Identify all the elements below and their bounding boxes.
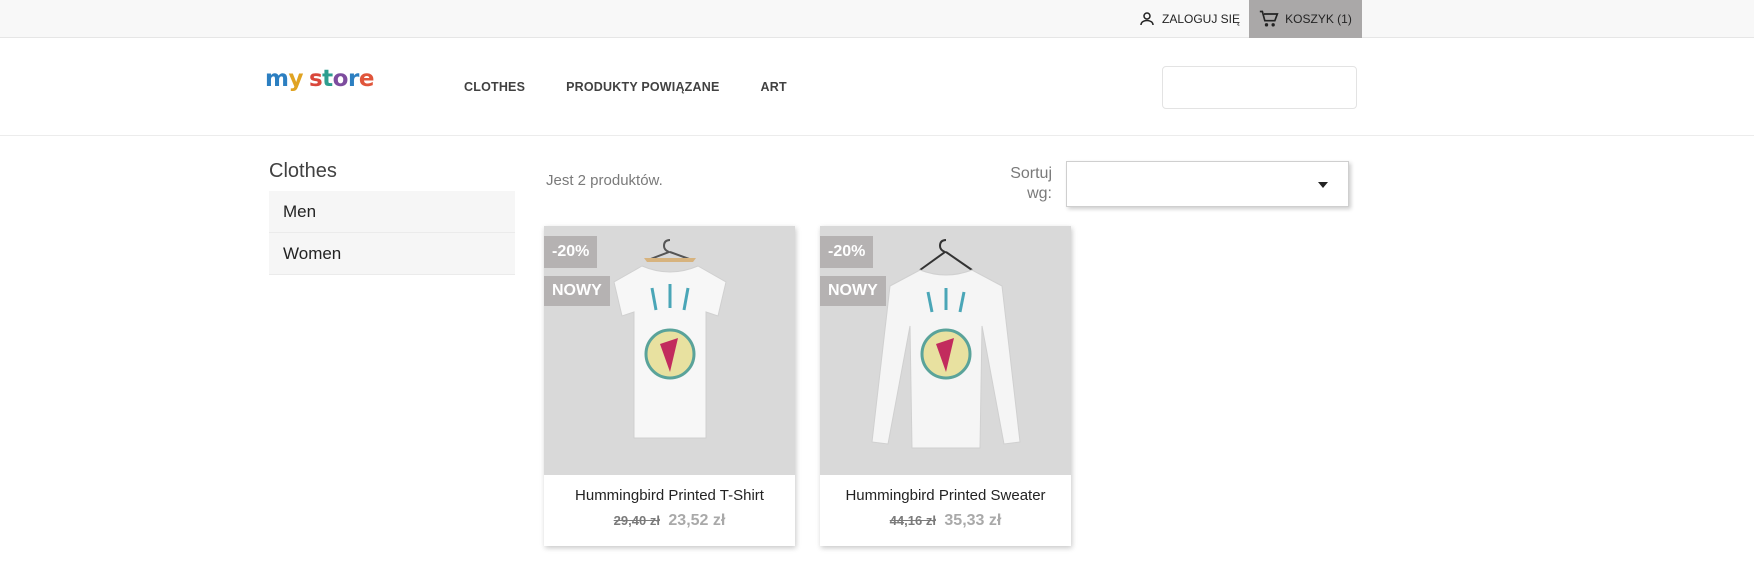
site-header: my store CLOTHES PRODUKTY POWIĄZANE ART (0, 38, 1754, 136)
store-logo[interactable]: my store (265, 66, 374, 92)
menu-clothes[interactable]: CLOTHES (464, 80, 525, 94)
product-card[interactable]: -20% NOWY Hummingbird Printed Sweater 44… (820, 226, 1071, 546)
new-badge: NOWY (544, 276, 610, 306)
top-bar: ZALOGUJ SIĘ KOSZYK (1) (0, 0, 1754, 38)
product-card[interactable]: -20% NOWY Hummingbird Printed T-Shirt 29… (544, 226, 795, 546)
product-name[interactable]: Hummingbird Printed Sweater (820, 487, 1071, 504)
product-prices: 29,40 zł 23,52 zł (544, 512, 795, 530)
sidebar-item-men[interactable]: Men (269, 191, 515, 233)
old-price: 44,16 zł (889, 513, 936, 528)
cart-icon (1259, 10, 1279, 27)
product-prices: 44,16 zł 35,33 zł (820, 512, 1071, 530)
login-link[interactable]: ZALOGUJ SIĘ (1138, 0, 1240, 38)
new-badge: NOWY (820, 276, 886, 306)
current-price: 23,52 zł (668, 512, 726, 529)
current-price: 35,33 zł (944, 512, 1002, 529)
login-label: ZALOGUJ SIĘ (1162, 12, 1241, 26)
cart-label: KOSZYK (1) (1285, 12, 1352, 26)
product-image-sweater[interactable]: -20% NOWY (820, 226, 1071, 475)
sort-select[interactable] (1066, 161, 1349, 207)
sort-label: Sortuj wg: (1010, 165, 1052, 202)
user-icon (1140, 12, 1154, 26)
discount-badge: -20% (820, 236, 874, 268)
main-menu: CLOTHES PRODUKTY POWIĄZANE ART (464, 80, 828, 94)
product-name[interactable]: Hummingbird Printed T-Shirt (544, 487, 795, 504)
search-input[interactable] (1162, 66, 1357, 109)
product-image-tshirt[interactable]: -20% NOWY (544, 226, 795, 475)
menu-related-products[interactable]: PRODUKTY POWIĄZANE (566, 80, 719, 94)
category-title: Clothes (269, 160, 337, 182)
caret-down-icon (1318, 182, 1328, 188)
product-count: Jest 2 produktów. (546, 172, 663, 189)
discount-badge: -20% (544, 236, 598, 268)
menu-art[interactable]: ART (761, 80, 787, 94)
cart-button[interactable]: KOSZYK (1) (1249, 0, 1362, 38)
sidebar-item-women[interactable]: Women (269, 233, 515, 275)
subcategory-list: Men Women (269, 191, 515, 275)
old-price: 29,40 zł (613, 513, 660, 528)
